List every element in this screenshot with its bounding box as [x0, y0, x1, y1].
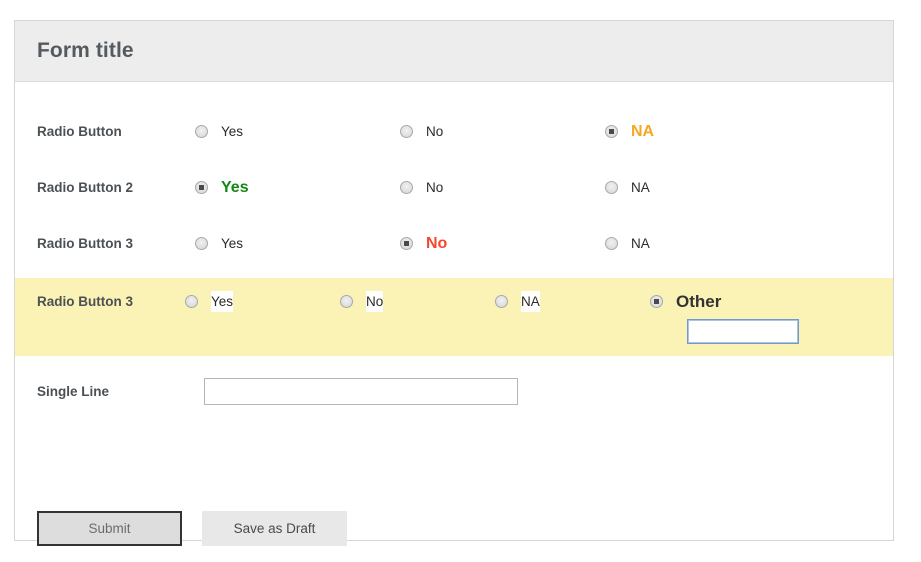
radio-icon[interactable] — [400, 125, 413, 138]
radio-option-2-no[interactable]: No — [400, 177, 443, 198]
radio-icon[interactable] — [185, 295, 198, 308]
form-body: Radio Button Yes No NA Radio Button 2 Ye… — [15, 82, 893, 422]
radio-row-4-label: Radio Button 3 — [37, 294, 133, 309]
radio-icon-checked[interactable] — [400, 237, 413, 250]
radio-option-1-na-label: NA — [631, 121, 654, 142]
radio-icon[interactable] — [495, 295, 508, 308]
radio-option-3-no-label: No — [426, 233, 447, 254]
radio-option-3-na[interactable]: NA — [605, 233, 650, 254]
radio-option-3-yes-label: Yes — [221, 233, 243, 254]
radio-option-2-na[interactable]: NA — [605, 177, 650, 198]
radio-option-2-yes[interactable]: Yes — [195, 177, 249, 198]
radio-option-4-na-label: NA — [521, 291, 540, 312]
page-title: Form title — [37, 39, 134, 63]
radio-icon[interactable] — [400, 181, 413, 194]
radio-row-3: Radio Button 3 Yes No NA — [15, 222, 893, 278]
radio-option-4-yes[interactable]: Yes — [185, 291, 233, 312]
radio-option-4-yes-label: Yes — [211, 291, 233, 312]
radio-icon-checked[interactable] — [650, 295, 663, 308]
radio-option-4-no[interactable]: No — [340, 291, 383, 312]
radio-option-1-na[interactable]: NA — [605, 121, 654, 142]
other-text-input[interactable] — [687, 319, 799, 344]
radio-icon-checked[interactable] — [605, 125, 618, 138]
radio-option-1-yes-label: Yes — [221, 121, 243, 142]
single-line-row: Single Line — [15, 370, 893, 422]
radio-option-2-na-label: NA — [631, 177, 650, 198]
radio-option-2-no-label: No — [426, 177, 443, 198]
submit-button[interactable]: Submit — [37, 511, 182, 546]
radio-row-2-label: Radio Button 2 — [37, 180, 133, 195]
radio-icon-checked[interactable] — [195, 181, 208, 194]
radio-icon[interactable] — [605, 237, 618, 250]
button-row: Submit Save as Draft — [37, 511, 347, 546]
single-line-label: Single Line — [37, 384, 109, 399]
radio-icon[interactable] — [195, 125, 208, 138]
radio-option-3-yes[interactable]: Yes — [195, 233, 243, 254]
form-card: Form title Radio Button Yes No NA Radio … — [14, 20, 894, 541]
radio-row-4-highlighted: Radio Button 3 Yes No NA Other — [15, 278, 893, 356]
radio-option-4-na[interactable]: NA — [495, 291, 540, 312]
radio-row-1: Radio Button Yes No NA — [15, 110, 893, 166]
radio-option-2-yes-label: Yes — [221, 177, 249, 198]
radio-option-3-no[interactable]: No — [400, 233, 447, 254]
form-header: Form title — [15, 21, 893, 82]
radio-row-2: Radio Button 2 Yes No NA — [15, 166, 893, 222]
radio-option-4-other[interactable]: Other — [650, 291, 721, 312]
radio-icon[interactable] — [605, 181, 618, 194]
single-line-input[interactable] — [204, 378, 518, 405]
radio-option-1-yes[interactable]: Yes — [195, 121, 243, 142]
radio-row-1-label: Radio Button — [37, 124, 122, 139]
radio-option-1-no-label: No — [426, 121, 443, 142]
radio-icon[interactable] — [340, 295, 353, 308]
radio-option-4-no-label: No — [366, 291, 383, 312]
radio-option-1-no[interactable]: No — [400, 121, 443, 142]
radio-option-4-other-label: Other — [676, 291, 721, 312]
radio-row-3-label: Radio Button 3 — [37, 236, 133, 251]
radio-icon[interactable] — [195, 237, 208, 250]
save-as-draft-button[interactable]: Save as Draft — [202, 511, 347, 546]
radio-option-3-na-label: NA — [631, 233, 650, 254]
